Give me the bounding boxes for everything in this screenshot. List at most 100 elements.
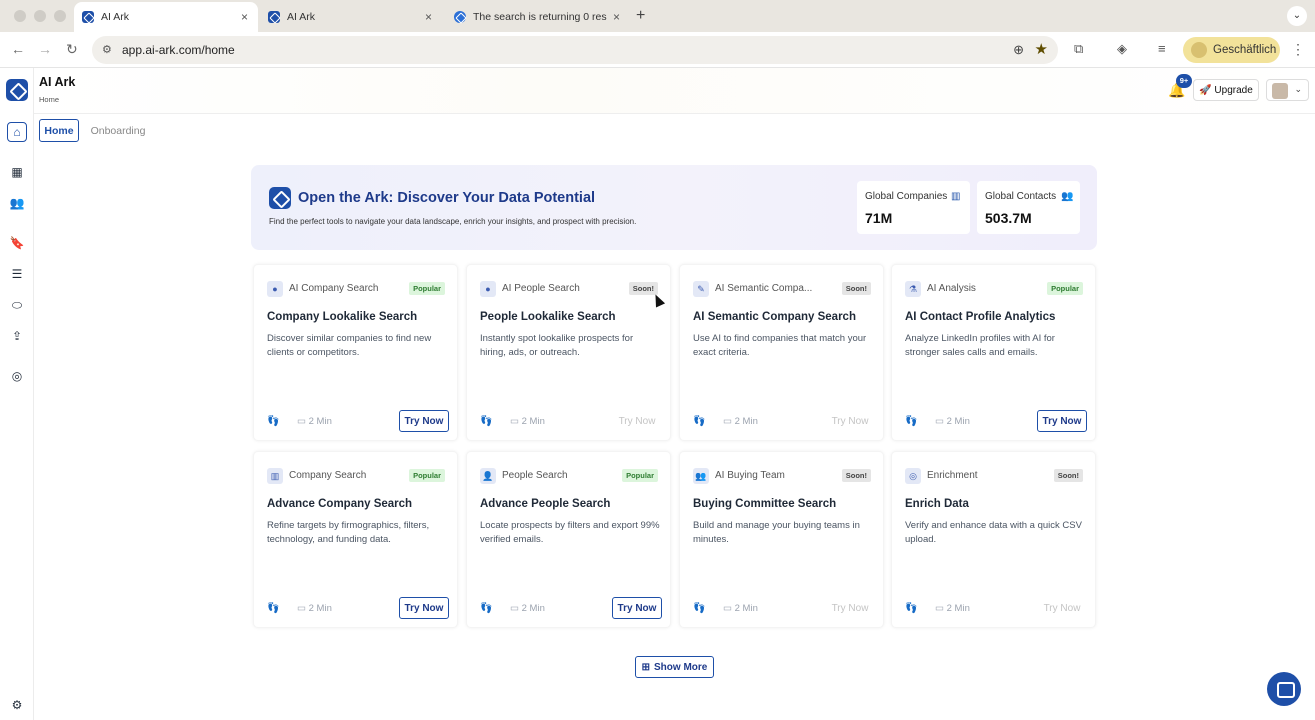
tool-card-people-lookalike[interactable]: ● AI People Search Soon! People Lookalik… — [466, 264, 671, 441]
upgrade-button[interactable]: 🚀 Upgrade — [1193, 79, 1259, 101]
app-sidebar: ⌂ ▦ 👥 🔖 ☰ ⬭ ⇪ ◎ ⚙ — [0, 68, 34, 720]
ai-ark-favicon-icon — [82, 11, 94, 23]
tab-title: AI Ark — [101, 11, 130, 23]
semantic-search-icon: ✎ — [693, 281, 709, 297]
card-title: AI Semantic Company Search — [693, 311, 856, 323]
card-duration: ▭ 2 Min — [723, 416, 758, 427]
card-title: Company Lookalike Search — [267, 311, 418, 323]
card-category: AI Analysis — [927, 283, 976, 294]
duration-text: 2 Min — [521, 603, 545, 614]
ai-ark-logo-icon — [269, 187, 291, 209]
browser-toolbar: ← → ↻ ⚙ app.ai-ark.com/home ⊕ ★ ⧉ ◈ ≡ Ge… — [0, 32, 1315, 68]
card-title: Buying Committee Search — [693, 498, 837, 510]
site-settings-icon[interactable]: ⚙ — [102, 43, 112, 56]
hero-banner: Open the Ark: Discover Your Data Potenti… — [251, 165, 1097, 250]
footprint-icon: 👣 — [693, 416, 706, 427]
show-more-button[interactable]: ⊞ Show More — [635, 656, 714, 678]
duration-text: 2 Min — [946, 416, 970, 427]
hero-subtitle: Find the perfect tools to navigate your … — [269, 217, 637, 226]
tab-title: AI Ark — [287, 11, 316, 23]
card-duration: ▭ 2 Min — [510, 416, 545, 427]
tab-close-icon[interactable]: × — [425, 10, 432, 24]
tag-icon[interactable]: ⬭ — [7, 295, 27, 315]
home-icon[interactable]: ⌂ — [7, 122, 27, 142]
bookmark-icon[interactable]: 🔖 — [7, 233, 27, 253]
tab-close-icon[interactable]: × — [241, 10, 248, 24]
tool-card-company-lookalike[interactable]: ● AI Company Search Popular Company Look… — [253, 264, 458, 441]
card-title: AI Contact Profile Analytics — [905, 311, 1056, 323]
card-description: Locate prospects by filters and export 9… — [480, 520, 660, 545]
address-bar[interactable]: ⚙ app.ai-ark.com/home ⊕ ★ — [92, 36, 1058, 64]
status-badge: Popular — [1047, 282, 1083, 295]
tab-onboarding[interactable]: Onboarding — [88, 119, 148, 142]
settings-gear-icon[interactable]: ⚙ — [7, 695, 27, 715]
status-badge: Popular — [622, 469, 658, 482]
list-icon[interactable]: ☰ — [7, 264, 27, 284]
tab-title: The search is returning 0 resu — [473, 11, 607, 23]
card-category: AI People Search — [502, 283, 580, 294]
duration-text: 2 Min — [308, 416, 332, 427]
url-text[interactable]: app.ai-ark.com/home — [122, 43, 235, 57]
ai-ark-logo-icon[interactable] — [6, 79, 28, 101]
upload-icon[interactable]: ⇪ — [7, 326, 27, 346]
try-now-button[interactable]: Try Now — [1037, 410, 1087, 432]
browser-menu-icon[interactable]: ⋮ — [1291, 41, 1305, 58]
try-now-button[interactable]: Try Now — [399, 410, 449, 432]
browser-tab-1[interactable]: AI Ark × — [74, 2, 258, 32]
stat-global-contacts: Global Contacts 👥 503.7M — [977, 181, 1080, 234]
tab-search-chevron-icon[interactable]: ⌄ — [1287, 6, 1307, 26]
grid-icon: ⊞ — [641, 661, 651, 673]
tool-card-advance-people[interactable]: 👤 People Search Popular Advance People S… — [466, 451, 671, 628]
status-badge: Popular — [409, 282, 445, 295]
user-menu-button[interactable]: ⌄ — [1266, 79, 1309, 101]
footprint-icon: 👣 — [267, 416, 280, 427]
try-now-button: Try Now — [1043, 602, 1081, 614]
tool-card-contact-analytics[interactable]: ⚗ AI Analysis Popular AI Contact Profile… — [891, 264, 1096, 441]
try-now-button[interactable]: Try Now — [399, 597, 449, 619]
show-more-label: Show More — [654, 661, 708, 673]
card-title: Advance Company Search — [267, 498, 413, 510]
brand-title: AI Ark — [39, 75, 76, 89]
tool-card-advance-company[interactable]: ▥ Company Search Popular Advance Company… — [253, 451, 458, 628]
browser-tab-bar: AI Ark × AI Ark × The search is returnin… — [0, 0, 1315, 32]
browser-tab-2[interactable]: AI Ark × — [260, 2, 442, 32]
try-now-button: Try Now — [831, 415, 869, 427]
window-controls[interactable] — [14, 10, 66, 22]
zoom-icon[interactable]: ⊕ — [1013, 42, 1024, 58]
status-badge: Soon! — [841, 282, 871, 295]
card-description: Discover similar companies to find new c… — [267, 333, 432, 358]
tool-card-enrich-data[interactable]: ◎ Enrichment Soon! Enrich Data Verify an… — [891, 451, 1096, 628]
people-icon[interactable]: 👥 — [7, 193, 27, 213]
tool-card-buying-committee[interactable]: 👥 AI Buying Team Soon! Buying Committee … — [679, 451, 884, 628]
people-search-icon: ● — [480, 281, 496, 297]
profile-label: Geschäftlich — [1213, 44, 1277, 56]
card-duration: ▭ 2 Min — [935, 603, 970, 614]
status-badge: Soon! — [1053, 469, 1083, 482]
extensions-icon[interactable]: ⧉ — [1074, 41, 1083, 57]
companies-icon[interactable]: ▦ — [7, 162, 27, 182]
forward-arrow-icon[interactable]: → — [38, 41, 52, 57]
card-category: People Search — [502, 470, 568, 481]
card-description: Verify and enhance data with a quick CSV… — [905, 520, 1082, 545]
footprint-icon: 👣 — [905, 603, 918, 614]
bookmark-star-icon[interactable]: ★ — [1035, 40, 1048, 58]
page-tabs: Home Onboarding — [34, 114, 1315, 148]
app-header: AI Ark Home 🔔 9+ 🚀 Upgrade ⌄ — [34, 68, 1315, 114]
browser-tab-3[interactable]: The search is returning 0 resu × — [446, 2, 630, 32]
media-controls-icon[interactable]: ≡ — [1158, 41, 1166, 56]
incognito-icon[interactable]: ◈ — [1117, 41, 1127, 57]
back-arrow-icon[interactable]: ← — [11, 41, 25, 57]
buying-team-icon: 👥 — [693, 468, 709, 484]
enrichment-icon: ◎ — [905, 468, 921, 484]
try-now-button[interactable]: Try Now — [612, 597, 662, 619]
new-tab-button[interactable]: + — [636, 7, 645, 25]
card-description: Analyze LinkedIn profiles with AI for st… — [905, 333, 1055, 358]
tab-close-icon[interactable]: × — [613, 10, 620, 24]
chat-support-button[interactable] — [1267, 672, 1301, 706]
tab-home[interactable]: Home — [39, 119, 79, 142]
profile-button[interactable]: Geschäftlich — [1183, 37, 1280, 63]
tool-card-ai-semantic[interactable]: ✎ AI Semantic Compa... Soon! AI Semantic… — [679, 264, 884, 441]
reload-icon[interactable]: ↻ — [66, 41, 78, 58]
enrichment-icon[interactable]: ◎ — [7, 366, 27, 386]
duration-text: 2 Min — [734, 603, 758, 614]
